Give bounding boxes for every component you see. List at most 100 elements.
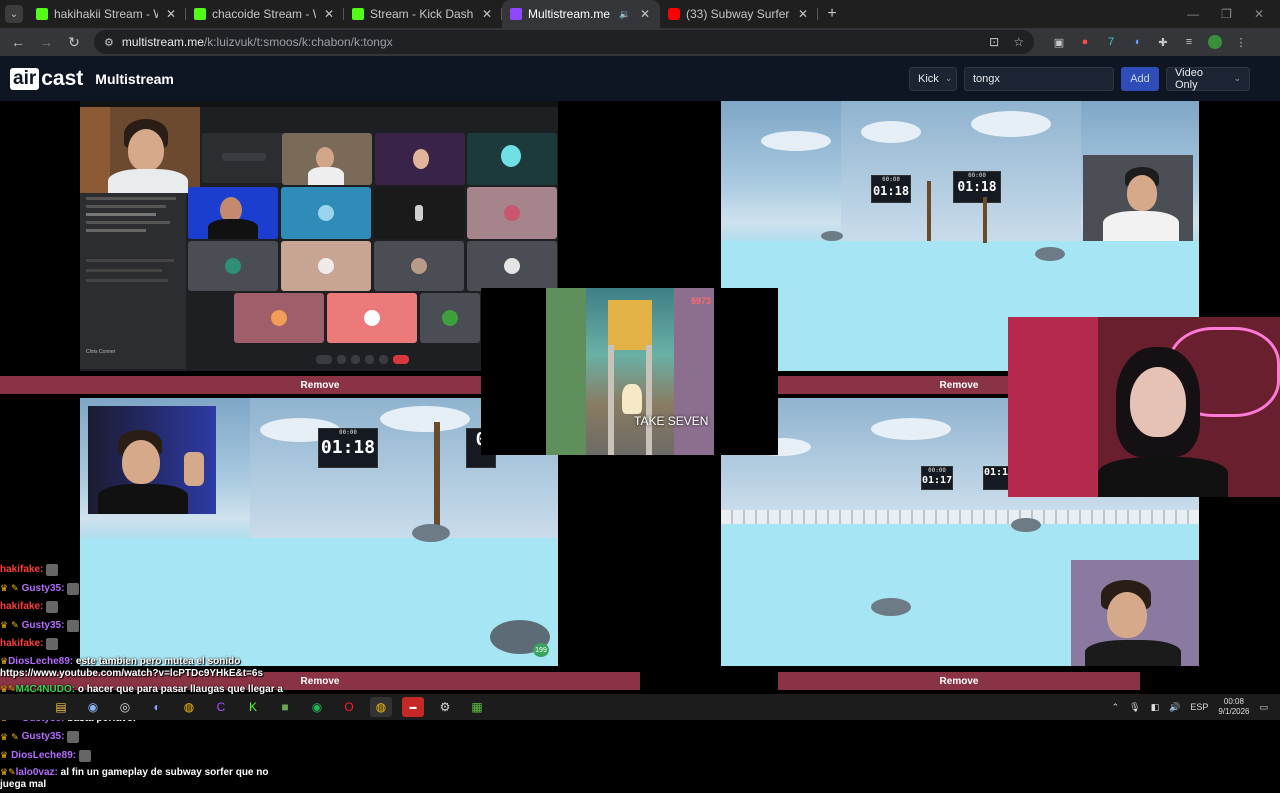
- canva-icon[interactable]: C: [210, 697, 232, 717]
- add-button[interactable]: Add: [1121, 66, 1159, 91]
- creeper-icon[interactable]: ▦: [466, 697, 488, 717]
- add-stream-controls: Kick ⌄ Add Video Only ⌄: [909, 66, 1250, 91]
- window-controls: — ❐ ✕: [1187, 7, 1280, 21]
- crown-badge-icon: ♛: [0, 620, 9, 631]
- chat-username[interactable]: lalo0vaz:: [16, 767, 58, 778]
- microphone-icon[interactable]: 🎙: [1129, 702, 1140, 713]
- discord-tile: [282, 133, 372, 185]
- chat-emote: [67, 731, 80, 744]
- new-tab-button[interactable]: +: [818, 5, 846, 23]
- chat-username[interactable]: DiosLeche89:: [8, 656, 73, 667]
- platform-select[interactable]: Kick ⌄: [909, 66, 957, 91]
- tab-label: hakihakii Stream - Watch Live o: [54, 7, 158, 21]
- remove-button-4[interactable]: Remove: [778, 672, 1140, 690]
- chat-username[interactable]: hakifake:: [0, 564, 43, 576]
- chat-username[interactable]: Gusty35:: [22, 620, 65, 632]
- settings-gear-icon[interactable]: ⚙: [434, 697, 456, 717]
- channel-input[interactable]: [964, 66, 1114, 91]
- tab-close-icon[interactable]: ✕: [164, 7, 178, 21]
- volume-icon[interactable]: 🔊: [1169, 702, 1180, 713]
- close-window-icon[interactable]: ✕: [1254, 7, 1264, 21]
- back-button[interactable]: ←: [6, 30, 30, 54]
- spotify-icon[interactable]: ◉: [306, 697, 328, 717]
- kick-app-icon[interactable]: K: [242, 697, 264, 717]
- tab-close-icon[interactable]: ✕: [796, 7, 810, 21]
- forward-button[interactable]: →: [34, 30, 58, 54]
- settings-icon[interactable]: [379, 354, 388, 364]
- file-explorer-icon[interactable]: ▤: [50, 697, 72, 717]
- chat-username[interactable]: M4C4NUDO:: [16, 684, 75, 695]
- app-header: aircast Multistream Kick ⌄ Add Video Only…: [0, 56, 1280, 101]
- chat-emote: [46, 564, 59, 577]
- chat-username[interactable]: Gusty35:: [22, 583, 65, 595]
- chat-username[interactable]: hakifake:: [0, 638, 43, 650]
- browser-tab[interactable]: Multistream.me - Twitch.tv 🔉 ✕: [502, 0, 660, 28]
- extensions-puzzle-icon[interactable]: ✚: [1156, 35, 1170, 49]
- notifications-icon[interactable]: ▭: [1259, 702, 1268, 713]
- address-bar[interactable]: ⚙ multistream.me/k:luizvuk/t:smoos/k:cha…: [94, 30, 1034, 54]
- reload-button[interactable]: ↻: [62, 30, 86, 54]
- chat-emote: [79, 749, 92, 762]
- chrome-icon[interactable]: ◍: [178, 697, 200, 717]
- discord-tile: [467, 133, 557, 185]
- discord-tile: [375, 133, 465, 185]
- extension-record-icon[interactable]: ●: [1078, 35, 1092, 49]
- chevron-up-icon[interactable]: ⌃: [1112, 702, 1120, 713]
- steam-icon[interactable]: ◉: [82, 697, 104, 717]
- system-tray: ⌃ 🎙 ◧ 🔊 ESP 00:08 9/1/2026 ▭: [1112, 697, 1280, 717]
- discord-call-controls: [316, 353, 428, 365]
- browser-tab[interactable]: hakihakii Stream - Watch Live o ✕: [28, 0, 186, 28]
- twitch-icon: [510, 8, 522, 20]
- chat-username[interactable]: DiosLeche89:: [11, 750, 76, 762]
- site-info-icon[interactable]: ⚙: [104, 36, 114, 49]
- network-icon[interactable]: ◧: [1151, 702, 1160, 713]
- extension-7tv-icon[interactable]: 7: [1104, 35, 1118, 49]
- browser-tab[interactable]: chacoide Stream - Watch Live o ✕: [186, 0, 344, 28]
- webcam-overlay-pink: [1008, 317, 1280, 497]
- platform-select-value: Kick: [918, 72, 939, 85]
- browser-tab[interactable]: (33) Subway Surfers Gampl ✕: [660, 0, 818, 28]
- language-indicator[interactable]: ESP: [1190, 702, 1208, 712]
- chevron-down-icon: ⌄: [1233, 73, 1241, 83]
- restore-icon[interactable]: ❐: [1221, 7, 1232, 21]
- extension-audio-icon[interactable]: ◖: [1130, 35, 1144, 49]
- minimize-icon[interactable]: —: [1187, 7, 1199, 21]
- tab-label: Multistream.me - Twitch.tv: [528, 7, 612, 21]
- tab-search-button[interactable]: ⌄: [0, 0, 28, 28]
- app-red-icon[interactable]: ▬: [402, 697, 424, 717]
- discord-tile: [281, 187, 371, 239]
- mic-icon[interactable]: [316, 354, 332, 364]
- activity-icon[interactable]: [365, 354, 374, 364]
- translate-icon[interactable]: ⊡: [989, 35, 999, 49]
- chat-username[interactable]: hakifake:: [0, 601, 43, 613]
- media-controls-icon[interactable]: ≡: [1182, 35, 1196, 49]
- minecraft-icon[interactable]: ■: [274, 697, 296, 717]
- discord-icon[interactable]: ◐: [146, 697, 168, 717]
- profile-avatar[interactable]: [1208, 35, 1222, 49]
- chat-username[interactable]: Gusty35:: [22, 731, 65, 743]
- more-menu-icon[interactable]: ⋮: [1234, 35, 1248, 49]
- obs-icon[interactable]: ◎: [114, 697, 136, 717]
- discord-tile: [281, 241, 371, 291]
- round-timer: 00:00 01:18: [953, 171, 1001, 203]
- chrome-active-icon[interactable]: ◍: [370, 697, 392, 717]
- aircast-logo[interactable]: air cast: [10, 67, 83, 91]
- tab-close-icon[interactable]: ✕: [322, 7, 336, 21]
- view-mode-select[interactable]: Video Only ⌄: [1166, 66, 1250, 91]
- extension-cast-icon[interactable]: ▣: [1052, 35, 1066, 49]
- screen-share-icon[interactable]: [351, 354, 360, 364]
- bookmark-star-icon[interactable]: ☆: [1013, 35, 1024, 49]
- youtube-icon: [668, 8, 680, 20]
- camera-icon[interactable]: [337, 354, 346, 364]
- browser-tab[interactable]: Stream - Kick Dashboard ✕: [344, 0, 502, 28]
- opera-icon[interactable]: O: [338, 697, 360, 717]
- tab-close-icon[interactable]: ✕: [638, 7, 652, 21]
- tab-audio-icon[interactable]: 🔉: [618, 9, 632, 20]
- hang-up-icon[interactable]: [393, 354, 409, 364]
- tab-close-icon[interactable]: ✕: [480, 7, 494, 21]
- clock[interactable]: 00:08 9/1/2026: [1218, 697, 1249, 717]
- stream-video-1[interactable]: Chris Conner: [0, 101, 558, 371]
- discord-tile: [234, 293, 324, 343]
- chat-message: ♛DiosLeche89: este tambien pero mutea el…: [0, 654, 290, 682]
- discord-tile: [374, 187, 464, 239]
